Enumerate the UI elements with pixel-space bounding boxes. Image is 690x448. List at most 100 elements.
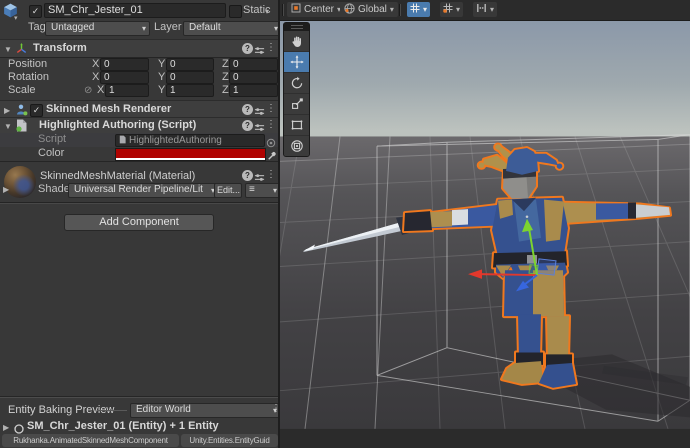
ha-menu-icon[interactable]: ⋮: [266, 119, 276, 131]
grid-icon: [410, 3, 420, 16]
view-tool-button[interactable]: [284, 31, 309, 52]
color-swatch[interactable]: [115, 148, 266, 161]
toolbar-separator: [399, 4, 401, 16]
transform-title: Transform: [33, 42, 87, 54]
divider-highlight: [0, 203, 278, 204]
scene-view[interactable]: Center ▾ Global ▾ ▾ ▾ ▾: [280, 0, 690, 448]
divider: [0, 161, 278, 162]
pivot-icon: [291, 3, 301, 16]
rotation-y-field[interactable]: 0: [166, 71, 214, 84]
snap-increment-button[interactable]: ▾: [473, 2, 498, 17]
smr-menu-icon[interactable]: ⋮: [266, 103, 276, 115]
entity-foldout[interactable]: ▶: [3, 423, 9, 433]
transform-combined-icon: [290, 140, 303, 152]
gizmo-x-axis: [479, 273, 538, 277]
axis-z-label: Z: [222, 84, 229, 96]
component-chip: Unity.Entities.EntityGuid: [181, 434, 278, 447]
transform-menu-icon[interactable]: ⋮: [266, 42, 276, 54]
ha-help-icon[interactable]: ?: [242, 120, 253, 131]
sky: [280, 20, 690, 137]
scale-y-field[interactable]: 1: [166, 84, 214, 97]
orientation-dropdown-arrow: ▾: [389, 4, 394, 14]
rect-icon: [291, 120, 302, 130]
material-foldout[interactable]: ▶: [3, 185, 9, 195]
position-z-field[interactable]: 0: [229, 58, 278, 71]
tag-dropdown-arrow: ▾: [141, 24, 146, 33]
smr-enabled-checkbox[interactable]: ✓: [30, 104, 43, 117]
layer-label: Layer: [154, 21, 182, 33]
eyedropper-icon[interactable]: [267, 147, 278, 165]
unity-editor-window: ▾ ✓ SM_Chr_Jester_01 Static ▾ Tag Untagg…: [0, 0, 690, 448]
position-x-field[interactable]: 0: [100, 58, 149, 71]
overlay-drag-handle[interactable]: [284, 23, 309, 31]
ha-foldout[interactable]: ▼: [4, 122, 12, 132]
smr-foldout[interactable]: ▶: [4, 106, 10, 116]
position-y-field[interactable]: 0: [166, 58, 214, 71]
axis-z-label: Z: [222, 71, 229, 83]
script-object-field[interactable]: HighlightedAuthoring: [115, 134, 265, 147]
tag-dropdown[interactable]: Untagged ▾: [45, 21, 150, 36]
grid-snap-icon: [443, 3, 453, 16]
rotate-tool-button[interactable]: [284, 73, 309, 94]
tag-label: Tag: [28, 21, 46, 33]
material-title: SkinnedMeshMaterial (Material): [40, 170, 196, 182]
grid-snap-dropdown-arrow[interactable]: ▾: [456, 5, 460, 15]
transform-help-icon[interactable]: ?: [242, 43, 253, 54]
transform-tool-button[interactable]: [284, 136, 309, 156]
gameobject-name-field[interactable]: SM_Chr_Jester_01: [44, 3, 226, 18]
smr-title: Skinned Mesh Renderer: [46, 103, 172, 115]
snap-increment-dropdown-arrow[interactable]: ▾: [490, 5, 494, 15]
color-label: Color: [38, 147, 65, 159]
add-component-button[interactable]: Add Component: [64, 214, 214, 231]
rotation-x-field[interactable]: 0: [100, 71, 149, 84]
rect-tool-button[interactable]: [284, 115, 309, 136]
rotation-label: Rotation: [8, 71, 49, 83]
material-options-button[interactable]: ≡ ▾: [245, 183, 278, 198]
entity-baking-grip: [97, 410, 127, 411]
shader-edit-button[interactable]: Edit...: [214, 183, 242, 198]
entity-summary: SM_Chr_Jester_01 (Entity) + 1 Entity: [27, 420, 219, 432]
baking-menu-icon[interactable]: ⋮: [271, 403, 278, 415]
hamburger-icon: ≡: [249, 184, 255, 195]
globe-icon: [344, 2, 355, 17]
transform-component-header[interactable]: ▼ Transform ? ⋮: [0, 39, 278, 58]
smr-help-icon[interactable]: ?: [242, 104, 253, 115]
scale-z-field[interactable]: 1: [229, 84, 278, 97]
material-menu-icon[interactable]: ⋮: [266, 169, 276, 181]
shader-dropdown[interactable]: Universal Render Pipeline/Lit ▾: [68, 183, 219, 198]
grid-visibility-toggle[interactable]: ▾: [407, 2, 431, 17]
scale-tool-button[interactable]: [284, 94, 309, 115]
scene-viewport[interactable]: [280, 20, 690, 448]
component-chip: Rukhanka.AnimatedSkinnedMeshComponent: [2, 434, 179, 447]
script-property-row: Script HighlightedAuthoring: [0, 133, 278, 148]
ha-title: Highlighted Authoring (Script): [39, 119, 197, 131]
grid-dropdown-arrow[interactable]: ▾: [423, 5, 427, 15]
rotation-z-field[interactable]: 0: [229, 71, 278, 84]
toolbar-separator: [282, 4, 284, 16]
snap-increment-icon: [476, 3, 487, 16]
tools-overlay: [283, 22, 310, 157]
inspector-panel: ▾ ✓ SM_Chr_Jester_01 Static ▾ Tag Untagg…: [0, 0, 278, 448]
footer-divider-highlight[interactable]: [0, 397, 278, 398]
static-checkbox[interactable]: [229, 5, 242, 18]
axis-x-label: X: [92, 58, 100, 70]
pivot-mode-button[interactable]: Center ▾: [287, 2, 346, 17]
axis-y-label: Y: [158, 58, 166, 70]
material-help-icon[interactable]: ?: [242, 170, 253, 181]
static-dropdown-arrow[interactable]: ▾: [265, 7, 269, 17]
move-tool-button[interactable]: [284, 52, 309, 73]
axis-y-label: Y: [158, 84, 166, 96]
transform-foldout[interactable]: ▼: [4, 45, 12, 55]
orientation-button[interactable]: Global ▾: [340, 2, 398, 17]
baking-world-dropdown[interactable]: Editor World ▾: [130, 403, 278, 418]
gameobject-icon-dropdown-arrow[interactable]: ▾: [14, 14, 18, 24]
scale-link-icon[interactable]: ⊘: [84, 84, 92, 97]
hand-icon: [291, 36, 301, 47]
move-icon: [289, 55, 304, 69]
grid-snapping-button[interactable]: ▾: [440, 2, 464, 17]
axis-x-label: X: [92, 71, 100, 83]
gameobject-active-checkbox[interactable]: ✓: [29, 5, 42, 18]
position-label: Position: [8, 58, 48, 70]
scale-x-field[interactable]: 1: [105, 84, 149, 97]
layer-dropdown[interactable]: Default ▾: [183, 21, 278, 36]
